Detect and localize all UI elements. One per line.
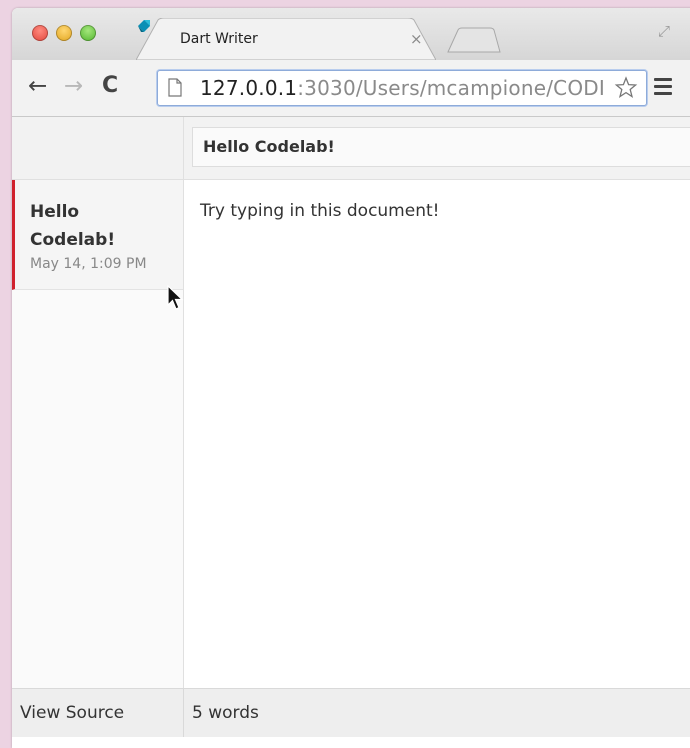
fullscreen-icon[interactable]: ⤢	[658, 22, 670, 40]
bookmark-star-icon[interactable]	[614, 76, 638, 100]
footer-left: View Source	[12, 689, 184, 737]
reload-icon[interactable]: C	[102, 73, 118, 99]
note-body-editor[interactable]: Try typing in this document!	[200, 201, 439, 221]
back-icon[interactable]: ←	[28, 73, 47, 99]
status-footer: View Source 5 words	[12, 688, 690, 737]
editor-pane: Hello Codelab! Try typing in this docume…	[184, 117, 690, 688]
notes-sidebar: Hello Codelab! May 14, 1:09 PM	[12, 117, 184, 688]
dart-logo-icon	[138, 20, 150, 32]
browser-window: Dart Writer × ⤢ ← → C 127.0.0.1:3030/Use…	[12, 8, 690, 748]
address-bar[interactable]: 127.0.0.1:3030/Users/mcampione/CODI	[157, 70, 647, 106]
tab-title: Dart Writer	[180, 31, 258, 47]
tab-dart-writer[interactable]: Dart Writer ×	[136, 18, 436, 60]
url-path: :3030/Users/mcampione/CODI	[297, 76, 605, 100]
word-count: 5 words	[192, 703, 259, 723]
close-window-button[interactable]	[32, 25, 48, 41]
minimize-window-button[interactable]	[56, 25, 72, 41]
app-content: Hello Codelab! May 14, 1:09 PM Hello Cod…	[12, 117, 690, 748]
title-bar-area: Hello Codelab!	[184, 117, 690, 180]
title-bar: Dart Writer × ⤢	[12, 8, 690, 60]
note-title-input[interactable]: Hello Codelab!	[192, 127, 690, 167]
view-source-link[interactable]: View Source	[20, 703, 124, 723]
browser-toolbar: ← → C 127.0.0.1:3030/Users/mcampione/COD…	[12, 60, 690, 117]
note-date: May 14, 1:09 PM	[30, 256, 147, 272]
menu-icon[interactable]	[654, 78, 672, 96]
mouse-pointer-icon	[167, 285, 184, 310]
page-icon	[168, 78, 182, 97]
url-host: 127.0.0.1	[200, 76, 298, 100]
url-text: 127.0.0.1:3030/Users/mcampione/CODI	[200, 76, 605, 100]
note-title: Hello Codelab!	[30, 202, 116, 250]
sidebar-header	[12, 117, 183, 180]
tab-close-icon[interactable]: ×	[410, 30, 423, 48]
note-list-item[interactable]: Hello Codelab! May 14, 1:09 PM	[12, 180, 183, 290]
new-tab-button[interactable]	[446, 27, 502, 53]
maximize-window-button[interactable]	[80, 25, 96, 41]
forward-icon[interactable]: →	[64, 73, 83, 99]
